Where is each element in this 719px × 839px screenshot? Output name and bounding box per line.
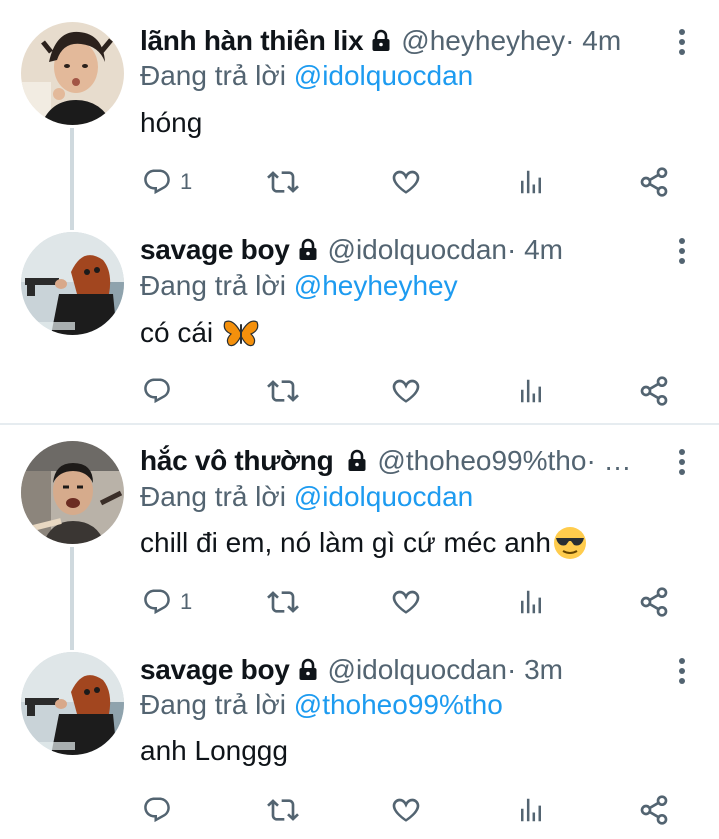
- views-icon: [516, 167, 546, 197]
- share-button[interactable]: [638, 582, 670, 622]
- timestamp[interactable]: · 4m: [565, 25, 621, 57]
- like-button[interactable]: [390, 790, 422, 830]
- timestamp[interactable]: · …: [586, 445, 631, 477]
- action-bar: [0, 371, 719, 411]
- like-icon: [390, 375, 422, 407]
- sunglasses-emoji-icon: [553, 527, 586, 559]
- tweet-text: có cái: [140, 317, 214, 348]
- like-icon: [390, 586, 422, 618]
- lock-icon: [369, 28, 393, 54]
- views-icon: [516, 795, 546, 825]
- retweet-button[interactable]: [267, 582, 299, 622]
- reply-button[interactable]: 1: [142, 582, 192, 622]
- views-icon: [516, 376, 546, 406]
- reply-mention-link[interactable]: @idolquocdan: [294, 481, 473, 512]
- display-name[interactable]: savage boy: [140, 234, 290, 266]
- tweet-header: savage boy @idolquocdan · 3m: [140, 653, 563, 687]
- share-button[interactable]: [638, 371, 670, 411]
- reply-icon: [142, 167, 172, 197]
- lock-icon: [296, 237, 320, 263]
- reply-context: Đang trả lời @heyheyhey: [140, 270, 458, 302]
- more-icon[interactable]: [679, 449, 687, 479]
- avatar[interactable]: [21, 232, 124, 335]
- reply-mention-link[interactable]: @idolquocdan: [294, 60, 473, 91]
- reply-context: Đang trả lời @idolquocdan: [140, 60, 473, 92]
- tweet-text: chill đi em, nó làm gì cứ méc anh: [140, 527, 551, 558]
- more-icon[interactable]: [679, 658, 687, 688]
- retweet-icon: [267, 375, 299, 407]
- like-button[interactable]: [390, 371, 422, 411]
- views-button[interactable]: [516, 162, 546, 202]
- retweet-button[interactable]: [267, 162, 299, 202]
- retweet-icon: [267, 166, 299, 198]
- retweet-button[interactable]: [267, 371, 299, 411]
- reply-icon: [142, 587, 172, 617]
- timestamp[interactable]: · 4m: [507, 234, 563, 266]
- more-icon[interactable]: [679, 238, 687, 268]
- tweet-4[interactable]: savage boy @idolquocdan · 3m Đang trả lờ…: [0, 638, 719, 839]
- tweet-text: anh Longgg: [140, 735, 288, 766]
- views-button[interactable]: [516, 582, 546, 622]
- handle[interactable]: @thoheo99%tho: [377, 445, 586, 477]
- reply-count: 1: [180, 589, 193, 614]
- handle[interactable]: @heyheyhey: [401, 25, 565, 57]
- action-bar: 1: [0, 162, 719, 202]
- share-icon: [638, 586, 670, 618]
- tweet-2[interactable]: savage boy @idolquocdan · 4m Đang trả lờ…: [0, 215, 719, 423]
- tweet-header: lãnh hàn thiên lix @heyheyhey · 4m: [140, 24, 621, 58]
- lock-icon: [296, 657, 320, 683]
- share-icon: [638, 794, 670, 826]
- like-button[interactable]: [390, 162, 422, 202]
- reply-button[interactable]: 1: [142, 162, 192, 202]
- like-icon: [390, 794, 422, 826]
- tweet-text-row: có cái: [140, 317, 259, 349]
- display-name[interactable]: lãnh hàn thiên lix: [140, 25, 364, 57]
- butterfly-emoji-icon: [223, 320, 259, 347]
- avatar[interactable]: [21, 22, 124, 125]
- action-bar: [0, 790, 719, 830]
- avatar[interactable]: [21, 441, 124, 544]
- tweet-header: savage boy @idolquocdan · 4m: [140, 233, 563, 267]
- reply-mention-link[interactable]: @thoheo99%tho: [294, 689, 503, 720]
- retweet-icon: [267, 794, 299, 826]
- reply-count: 1: [180, 169, 193, 194]
- views-button[interactable]: [516, 790, 546, 830]
- reply-label: Đang trả lời: [140, 60, 294, 91]
- reply-button[interactable]: [142, 790, 180, 830]
- handle[interactable]: @idolquocdan: [328, 234, 507, 266]
- tweet-3[interactable]: hắc vô thường @thoheo99%tho · … Đang trả…: [0, 425, 719, 650]
- views-button[interactable]: [516, 371, 546, 411]
- avatar[interactable]: [21, 652, 124, 755]
- reply-context: Đang trả lời @idolquocdan: [140, 481, 473, 513]
- reply-context: Đang trả lời @thoheo99%tho: [140, 689, 503, 721]
- tweet-1[interactable]: lãnh hàn thiên lix @heyheyhey · 4m Đang …: [0, 0, 719, 230]
- like-button[interactable]: [390, 582, 422, 622]
- reply-label: Đang trả lời: [140, 481, 294, 512]
- share-button[interactable]: [638, 162, 670, 202]
- display-name[interactable]: savage boy: [140, 654, 290, 686]
- like-icon: [390, 166, 422, 198]
- reply-mention-link[interactable]: @heyheyhey: [294, 270, 458, 301]
- action-bar: 1: [0, 582, 719, 622]
- more-icon[interactable]: [679, 29, 687, 59]
- share-icon: [638, 166, 670, 198]
- reply-icon: [142, 795, 172, 825]
- reply-label: Đang trả lời: [140, 689, 294, 720]
- retweet-icon: [267, 586, 299, 618]
- lock-icon: [345, 448, 369, 474]
- handle[interactable]: @idolquocdan: [328, 654, 507, 686]
- share-icon: [638, 375, 670, 407]
- tweet-text-row: chill đi em, nó làm gì cứ méc anh: [140, 526, 587, 560]
- timestamp[interactable]: · 3m: [507, 654, 563, 686]
- views-icon: [516, 587, 546, 617]
- reply-icon: [142, 376, 172, 406]
- reply-label: Đang trả lời: [140, 270, 294, 301]
- reply-button[interactable]: [142, 371, 180, 411]
- tweet-header: hắc vô thường @thoheo99%tho · …: [140, 444, 632, 478]
- share-button[interactable]: [638, 790, 670, 830]
- tweet-text: hóng: [140, 107, 203, 138]
- display-name[interactable]: hắc vô thường: [140, 445, 334, 477]
- retweet-button[interactable]: [267, 790, 299, 830]
